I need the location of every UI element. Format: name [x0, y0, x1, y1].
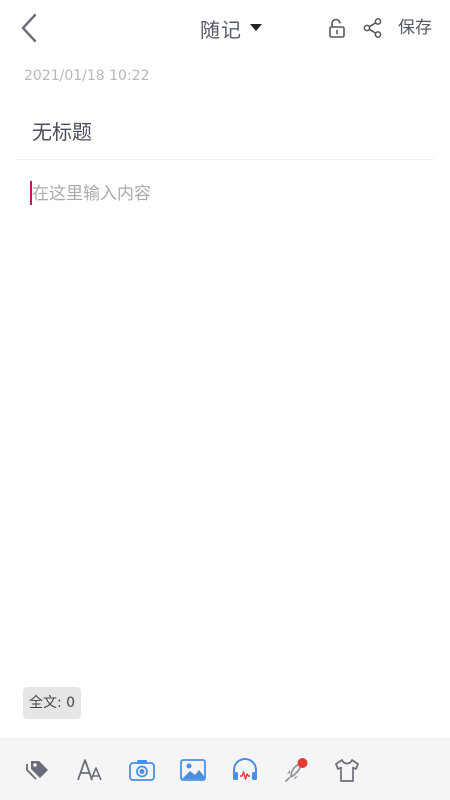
save-button[interactable]: 保存	[398, 15, 432, 41]
header-bar: 随记 保存	[0, 0, 450, 56]
caret-down-icon	[250, 24, 262, 31]
rocket-icon	[285, 758, 308, 782]
camera-icon	[129, 760, 155, 781]
text-cursor	[30, 181, 32, 205]
camera-button[interactable]	[127, 755, 157, 785]
title-divider	[16, 159, 434, 160]
tag-button[interactable]	[23, 755, 53, 785]
category-label: 随记	[200, 17, 242, 42]
category-selector[interactable]: 随记	[200, 14, 262, 42]
image-icon	[180, 759, 206, 781]
content-area[interactable]	[30, 180, 430, 208]
rocket-button[interactable]	[282, 755, 312, 785]
audio-button[interactable]	[230, 755, 260, 785]
word-count-badge: 全文: 0	[23, 687, 82, 719]
chevron-left-icon	[21, 13, 37, 43]
tshirt-icon	[335, 759, 359, 782]
note-timestamp: 2021/01/18 10:22	[24, 68, 150, 84]
lock-button[interactable]	[326, 17, 348, 39]
note-editor-screen: 随记 保存 2021/01/18 10:22 无标题 在这里输入内容 全文: 0	[0, 0, 450, 800]
content-input[interactable]	[30, 180, 420, 208]
font-size-button[interactable]	[75, 755, 105, 785]
unlock-icon	[329, 18, 345, 38]
note-title[interactable]: 无标题	[32, 116, 92, 145]
audio-icon	[233, 758, 257, 780]
tag-icon	[26, 761, 48, 780]
image-button[interactable]	[178, 755, 208, 785]
theme-button[interactable]	[332, 755, 362, 785]
back-button[interactable]	[14, 10, 46, 46]
bottom-toolbar	[0, 738, 450, 800]
share-button[interactable]	[362, 17, 384, 39]
font-size-icon	[77, 759, 102, 781]
share-icon	[363, 18, 382, 38]
